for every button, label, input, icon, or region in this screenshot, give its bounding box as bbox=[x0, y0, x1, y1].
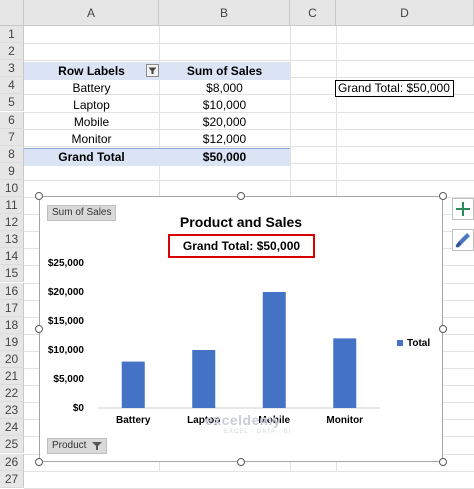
bar-battery[interactable] bbox=[121, 361, 145, 408]
pivot-row-label[interactable]: Mobile bbox=[24, 114, 159, 131]
x-tick-label: Monitor bbox=[326, 415, 363, 426]
row-header-18[interactable]: 18 bbox=[0, 316, 24, 334]
pivot-row-label[interactable]: Monitor bbox=[24, 131, 159, 148]
row-header-26[interactable]: 26 bbox=[0, 453, 24, 471]
y-tick-label: $15,000 bbox=[48, 316, 85, 327]
row-header-5[interactable]: 5 bbox=[0, 94, 24, 112]
resize-handle-bottom-right[interactable] bbox=[439, 458, 447, 466]
chart-elements-button[interactable] bbox=[452, 198, 474, 220]
row-gridline bbox=[24, 179, 474, 181]
grand-total-cell[interactable]: Grand Total: $50,000 bbox=[335, 80, 454, 97]
row-header-16[interactable]: 16 bbox=[0, 282, 24, 300]
row-header-7[interactable]: 7 bbox=[0, 128, 24, 146]
legend-label: Total bbox=[407, 338, 431, 349]
row-header-22[interactable]: 22 bbox=[0, 385, 24, 403]
row-header-6[interactable]: 6 bbox=[0, 111, 24, 129]
axis-field-button[interactable]: Product bbox=[47, 438, 108, 454]
resize-handle-top[interactable] bbox=[237, 192, 245, 200]
row-header-8[interactable]: 8 bbox=[0, 145, 24, 163]
chart-legend[interactable]: Total bbox=[397, 338, 430, 349]
select-all-corner[interactable] bbox=[0, 0, 24, 26]
row-header-3[interactable]: 3 bbox=[0, 60, 24, 78]
resize-handle-top-left[interactable] bbox=[35, 192, 43, 200]
row-header-2[interactable]: 2 bbox=[0, 43, 24, 61]
watermark-logo: exceldemy bbox=[205, 412, 282, 428]
resize-handle-top-right[interactable] bbox=[439, 192, 447, 200]
pivot-header-row-labels-text: Row Labels bbox=[58, 64, 125, 78]
row-header-19[interactable]: 19 bbox=[0, 333, 24, 351]
row-header-10[interactable]: 10 bbox=[0, 179, 24, 197]
bar-laptop[interactable] bbox=[192, 350, 216, 408]
pivot-row-value[interactable]: $20,000 bbox=[159, 114, 290, 131]
axis-field-label: Product bbox=[52, 440, 87, 451]
row-header-11[interactable]: 11 bbox=[0, 197, 24, 215]
row-header-4[interactable]: 4 bbox=[0, 77, 24, 95]
y-tick-label: $25,000 bbox=[48, 258, 85, 269]
pivot-row-value[interactable]: $8,000 bbox=[159, 80, 290, 97]
pivot-row-label[interactable]: Battery bbox=[24, 80, 159, 97]
spreadsheet: A B C D 1 2 3 4 5 6 7 8 9 10 11 12 13 14 15 16 17 18 19 20 2… bbox=[0, 0, 474, 489]
pivot-grand-total-value[interactable]: $50,000 bbox=[159, 148, 290, 166]
plus-icon bbox=[456, 202, 470, 216]
row-header-14[interactable]: 14 bbox=[0, 248, 24, 266]
chart-styles-button[interactable] bbox=[452, 229, 474, 251]
pivot-row-value[interactable]: $12,000 bbox=[159, 131, 290, 148]
pivot-row-label[interactable]: Laptop bbox=[24, 97, 159, 114]
pivot-chart[interactable]: Sum of Sales Product and Sales Grand Tot… bbox=[39, 196, 443, 462]
filter-icon bbox=[148, 67, 157, 74]
x-tick-label: Battery bbox=[116, 415, 151, 426]
row-header-17[interactable]: 17 bbox=[0, 299, 24, 317]
pivot-header-row-labels[interactable]: Row Labels bbox=[24, 62, 159, 80]
y-tick-label: $0 bbox=[73, 403, 85, 414]
y-tick-label: $5,000 bbox=[53, 374, 84, 385]
column-header-d[interactable]: D bbox=[336, 0, 474, 26]
row-header-20[interactable]: 20 bbox=[0, 350, 24, 368]
resize-handle-right[interactable] bbox=[439, 325, 447, 333]
resize-handle-bottom-left[interactable] bbox=[35, 458, 43, 466]
row-gridline bbox=[24, 43, 474, 45]
paintbrush-icon bbox=[455, 233, 470, 248]
filter-dropdown-icon bbox=[92, 441, 103, 450]
row-header-13[interactable]: 13 bbox=[0, 231, 24, 249]
resize-handle-left[interactable] bbox=[35, 325, 43, 333]
row-header-23[interactable]: 23 bbox=[0, 402, 24, 420]
row-header-25[interactable]: 25 bbox=[0, 436, 24, 454]
row-header-9[interactable]: 9 bbox=[0, 162, 24, 180]
row-header-15[interactable]: 15 bbox=[0, 265, 24, 283]
y-tick-label: $10,000 bbox=[48, 345, 85, 356]
watermark-tagline: EXCEL · DATA · BI bbox=[224, 429, 292, 435]
bar-mobile[interactable] bbox=[262, 292, 286, 408]
legend-swatch bbox=[397, 340, 403, 347]
row-header-27[interactable]: 27 bbox=[0, 470, 24, 488]
row-header-24[interactable]: 24 bbox=[0, 419, 24, 437]
resize-handle-bottom[interactable] bbox=[237, 458, 245, 466]
bar-monitor[interactable] bbox=[333, 338, 357, 408]
row-header-12[interactable]: 12 bbox=[0, 214, 24, 232]
column-header-a[interactable]: A bbox=[24, 0, 159, 26]
row-header-1[interactable]: 1 bbox=[0, 26, 24, 44]
column-header-c[interactable]: C bbox=[290, 0, 336, 26]
row-labels-filter-button[interactable] bbox=[146, 64, 159, 77]
pivot-row-value[interactable]: $10,000 bbox=[159, 97, 290, 114]
y-tick-label: $20,000 bbox=[48, 287, 85, 298]
row-header-21[interactable]: 21 bbox=[0, 368, 24, 386]
column-header-b[interactable]: B bbox=[159, 0, 290, 26]
pivot-grand-total-label[interactable]: Grand Total bbox=[24, 148, 159, 166]
pivot-header-sum-of-sales[interactable]: Sum of Sales bbox=[159, 62, 290, 80]
